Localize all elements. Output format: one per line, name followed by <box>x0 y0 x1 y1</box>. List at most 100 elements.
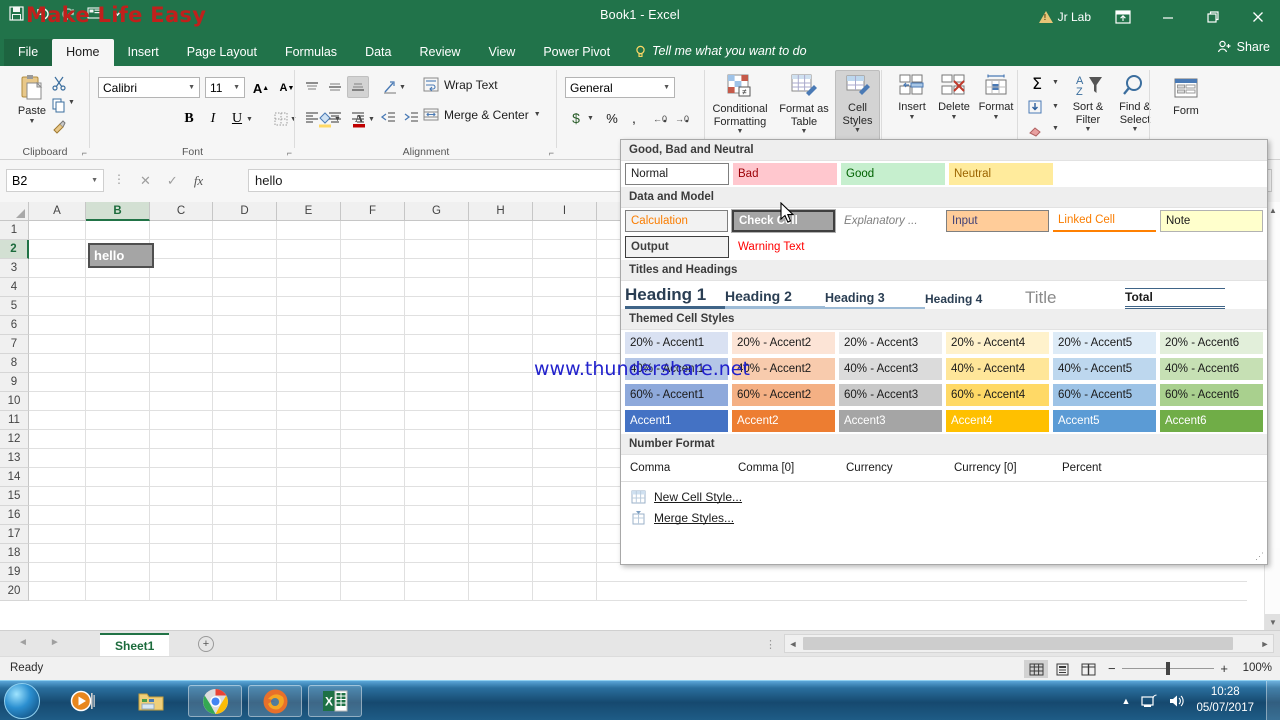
clipboard-dialog-launcher[interactable]: ⌐ <box>82 148 87 158</box>
tab-page-layout[interactable]: Page Layout <box>173 39 271 67</box>
cell-I15[interactable] <box>533 487 597 506</box>
style-calculation[interactable]: Calculation <box>625 210 728 232</box>
show-desktop-button[interactable] <box>1266 681 1280 720</box>
cell-A8[interactable] <box>29 354 86 373</box>
cell-H18[interactable] <box>469 544 533 563</box>
cell-A20[interactable] <box>29 582 86 601</box>
cell-C17[interactable] <box>150 525 213 544</box>
zoom-level[interactable]: 100% <box>1243 662 1272 674</box>
style-accent2[interactable]: Accent2 <box>732 410 835 432</box>
network-icon[interactable] <box>1140 693 1158 709</box>
row-header-18[interactable]: 18 <box>0 544 29 563</box>
cell-I16[interactable] <box>533 506 597 525</box>
orientation-button[interactable] <box>379 76 401 98</box>
restore-button[interactable] <box>1190 0 1235 33</box>
next-sheet-button[interactable]: ► <box>50 637 60 648</box>
autosum-caret-icon[interactable]: ▼ <box>1052 79 1059 86</box>
tab-data[interactable]: Data <box>351 39 405 67</box>
cell-A11[interactable] <box>29 411 86 430</box>
cut-button[interactable] <box>48 72 70 94</box>
decrease-decimal-button[interactable]: →0 <box>671 107 693 129</box>
style-title[interactable]: Title <box>1025 288 1125 309</box>
cell-F16[interactable] <box>341 506 405 525</box>
style-comma[interactable]: Comma <box>625 457 729 479</box>
cell-A3[interactable] <box>29 259 86 278</box>
cell-H5[interactable] <box>469 297 533 316</box>
cell-E17[interactable] <box>277 525 341 544</box>
cell-I3[interactable] <box>533 259 597 278</box>
cell-D14[interactable] <box>213 468 277 487</box>
row-header-14[interactable]: 14 <box>0 468 29 487</box>
clear-caret-icon[interactable]: ▼ <box>1052 125 1059 132</box>
cell-D11[interactable] <box>213 411 277 430</box>
cell-D8[interactable] <box>213 354 277 373</box>
cell-C19[interactable] <box>150 563 213 582</box>
font-dialog-launcher[interactable]: ⌐ <box>287 148 292 158</box>
cell-A5[interactable] <box>29 297 86 316</box>
cell-D5[interactable] <box>213 297 277 316</box>
zoom-slider[interactable]: − + <box>1108 661 1228 676</box>
cell-I1[interactable] <box>533 221 597 240</box>
style-20-accent1[interactable]: 20% - Accent1 <box>625 332 728 354</box>
cell-C4[interactable] <box>150 278 213 297</box>
cell-D16[interactable] <box>213 506 277 525</box>
style-20-accent4[interactable]: 20% - Accent4 <box>946 332 1049 354</box>
cell-A16[interactable] <box>29 506 86 525</box>
cell-G8[interactable] <box>405 354 469 373</box>
delete-caret-icon[interactable]: ▼ <box>951 114 958 121</box>
style-currency[interactable]: Currency <box>841 457 945 479</box>
font-size-combobox[interactable]: 11 ▼ <box>205 77 245 98</box>
style-good[interactable]: Good <box>841 163 945 185</box>
cell-F2[interactable] <box>341 240 405 259</box>
format-as-table-caret-icon[interactable]: ▼ <box>801 128 808 135</box>
cell-E1[interactable] <box>277 221 341 240</box>
tab-formulas[interactable]: Formulas <box>271 39 351 67</box>
merge-center-button[interactable]: Merge & Center ▼ <box>423 107 541 122</box>
cell-C8[interactable] <box>150 354 213 373</box>
cell-A19[interactable] <box>29 563 86 582</box>
prev-sheet-button[interactable]: ◄ <box>18 637 28 648</box>
align-left-button[interactable] <box>301 106 323 128</box>
font-name-combobox[interactable]: Calibri ▼ <box>98 77 200 98</box>
taskbar-windows-media-player[interactable] <box>56 685 110 717</box>
style-heading-4[interactable]: Heading 4 <box>925 292 1025 309</box>
cell-I8[interactable] <box>533 354 597 373</box>
cell-D13[interactable] <box>213 449 277 468</box>
style-40-accent5[interactable]: 40% - Accent5 <box>1053 358 1156 380</box>
gallery-resize-grip[interactable]: ⋰ <box>1255 551 1264 562</box>
zoom-in-button[interactable]: + <box>1220 661 1228 676</box>
tab-view[interactable]: View <box>474 39 529 67</box>
cell-G12[interactable] <box>405 430 469 449</box>
cell-C12[interactable] <box>150 430 213 449</box>
copy-button[interactable] <box>48 94 70 116</box>
cell-I17[interactable] <box>533 525 597 544</box>
alignment-dialog-launcher[interactable]: ⌐ <box>549 148 554 158</box>
wrap-text-button[interactable]: Wrap Text <box>423 77 498 92</box>
row-header-1[interactable]: 1 <box>0 221 29 240</box>
style-currency-0[interactable]: Currency [0] <box>949 457 1053 479</box>
row-header-20[interactable]: 20 <box>0 582 29 601</box>
cell-H13[interactable] <box>469 449 533 468</box>
fill-button[interactable] <box>1024 96 1046 118</box>
taskbar-mozilla-firefox[interactable] <box>248 685 302 717</box>
cell-E18[interactable] <box>277 544 341 563</box>
style-accent6[interactable]: Accent6 <box>1160 410 1263 432</box>
style-40-accent1[interactable]: 40% - Accent1 <box>625 358 728 380</box>
cell-E6[interactable] <box>277 316 341 335</box>
style-20-accent2[interactable]: 20% - Accent2 <box>732 332 835 354</box>
name-box[interactable]: B2 ▼ <box>6 169 104 192</box>
row-header-4[interactable]: 4 <box>0 278 29 297</box>
horizontal-split-handle[interactable]: ⋮ <box>765 638 776 651</box>
cell-D6[interactable] <box>213 316 277 335</box>
cell-A1[interactable] <box>29 221 86 240</box>
cell-I6[interactable] <box>533 316 597 335</box>
cell-F15[interactable] <box>341 487 405 506</box>
cell-H4[interactable] <box>469 278 533 297</box>
increase-indent-button[interactable] <box>400 106 422 128</box>
style-60-accent6[interactable]: 60% - Accent6 <box>1160 384 1263 406</box>
insert-caret-icon[interactable]: ▼ <box>909 114 916 121</box>
merge-styles-item[interactable]: Merge Styles... <box>629 507 1259 528</box>
cell-styles-caret-icon[interactable]: ▼ <box>854 127 861 134</box>
row-header-12[interactable]: 12 <box>0 430 29 449</box>
style-neutral[interactable]: Neutral <box>949 163 1053 185</box>
